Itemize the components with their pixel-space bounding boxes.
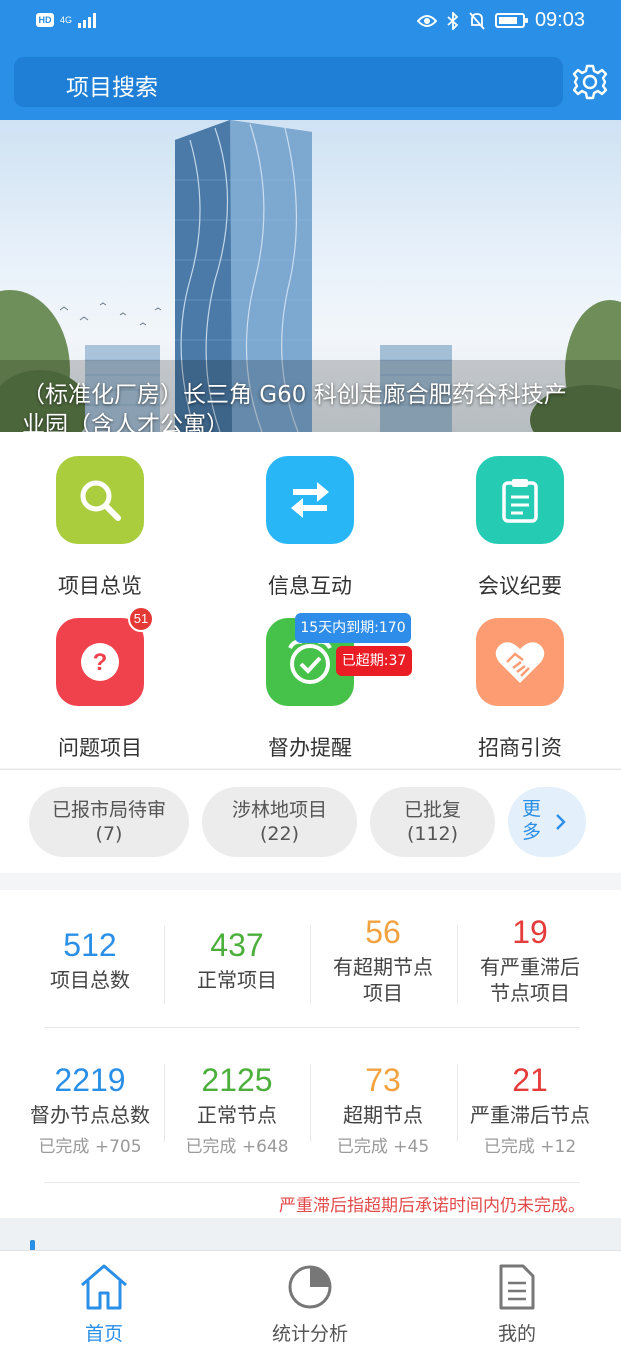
function-grid: 项目总览 信息互动 会议纪要 ? 51 问题项目 督办提醒 招商引资 — [0, 432, 621, 768]
chip-label: 涉林地项目 — [231, 799, 327, 821]
stat-sub: 已完成 +45 — [336, 1137, 430, 1157]
stat-value: 2125 — [201, 1062, 273, 1098]
stat-sub: 已完成 +12 — [483, 1137, 577, 1157]
search-icon — [56, 456, 144, 544]
mute-bell-icon — [469, 11, 485, 30]
stat-normal-nodes[interactable]: 2125 正常节点 已完成 +648 — [164, 1062, 310, 1157]
svg-text:?: ? — [93, 649, 108, 676]
divider — [44, 1027, 580, 1028]
status-bar: HD 4G 09:03 — [0, 0, 621, 44]
bluetooth-icon — [447, 11, 459, 30]
signal-icon — [78, 12, 97, 28]
function-label: 信息互动 — [268, 574, 352, 598]
pie-chart-icon — [288, 1265, 332, 1309]
status-time: 09:03 — [534, 9, 585, 31]
battery-icon — [494, 13, 528, 28]
stat-label: 正常节点 — [197, 1103, 277, 1127]
chip-label: 已报市局待审 — [51, 799, 166, 821]
chip-count: (112) — [406, 823, 459, 845]
function-investment[interactable]: 招商引资 — [420, 618, 620, 762]
nav-label: 统计分析 — [271, 1323, 348, 1345]
overdue-tag: 已超期:37 — [336, 646, 412, 676]
function-label: 督办提醒 — [268, 736, 352, 760]
stat-sub: 已完成 +648 — [185, 1137, 289, 1157]
nav-label: 首页 — [84, 1323, 123, 1345]
network-type: 4G — [60, 14, 73, 25]
stat-total-nodes[interactable]: 2219 督办节点总数 已完成 +705 — [17, 1062, 163, 1157]
nav-mine[interactable]: 我的 — [437, 1263, 597, 1346]
problem-count-badge: 51 — [128, 606, 154, 632]
stat-label: 严重滞后节点 — [470, 1103, 590, 1127]
section-marker — [30, 1240, 35, 1250]
nav-statistics[interactable]: 统计分析 — [230, 1263, 390, 1346]
stat-value: 56 — [365, 914, 401, 950]
search-bar[interactable]: 项目搜索 — [14, 57, 563, 107]
stat-label: 超期节点 — [343, 1103, 423, 1127]
more-button[interactable]: 更 多 — [508, 787, 586, 857]
nav-home[interactable]: 首页 — [24, 1263, 184, 1346]
stats-panel: 512 项目总数 437 正常项目 56 有超期节点 项目 19 有严重滞后 节点项… — [0, 890, 621, 1218]
stat-value: 437 — [210, 927, 264, 963]
handshake-heart-icon — [476, 618, 564, 706]
swap-arrows-icon — [266, 456, 354, 544]
chip-count: (22) — [259, 823, 299, 845]
stat-sub: 已完成 +705 — [38, 1137, 142, 1157]
chip-count: (7) — [95, 823, 123, 845]
top-bar: HD 4G 09:03 项目搜索 — [0, 0, 621, 120]
question-icon: ? 51 — [56, 606, 154, 706]
function-meeting-minutes[interactable]: 会议纪要 — [420, 456, 620, 600]
divider — [44, 1182, 580, 1183]
home-icon — [81, 1264, 127, 1310]
stat-label: 有超期节点 项目 — [333, 955, 433, 1005]
stat-label: 督办节点总数 — [30, 1103, 150, 1127]
stat-value: 73 — [365, 1062, 401, 1098]
banner-carousel[interactable]: （标准化厂房）长三角 G60 科创走廊合肥药谷科技产 业园（含人才公寓） — [0, 120, 621, 432]
document-icon — [499, 1264, 535, 1310]
stat-value: 2219 — [54, 1062, 126, 1098]
banner-caption-line1: （标准化厂房）长三角 G60 科创走廊合肥药谷科技产 — [22, 382, 567, 408]
chevron-right-icon — [556, 814, 566, 830]
function-project-overview[interactable]: 项目总览 — [0, 456, 200, 600]
stat-total-projects[interactable]: 512 项目总数 — [17, 927, 163, 993]
search-placeholder: 项目搜索 — [66, 75, 158, 101]
next-section-peek — [0, 1218, 621, 1250]
function-problem-projects[interactable]: ? 51 问题项目 — [0, 606, 200, 762]
clipboard-icon — [476, 456, 564, 544]
banner-caption-line2: 业园（含人才公寓） — [22, 412, 229, 432]
severe-delay-note: 严重滞后指超期后承诺时间内仍未完成。 — [279, 1196, 585, 1216]
stat-value: 512 — [63, 927, 117, 963]
banner-caption: （标准化厂房）长三角 G60 科创走廊合肥药谷科技产 业园（含人才公寓） — [0, 380, 621, 432]
function-label: 会议纪要 — [478, 574, 562, 598]
bottom-nav: 首页 统计分析 我的 — [0, 1250, 621, 1346]
stat-value: 19 — [512, 914, 548, 950]
filter-chips: 已报市局待审 (7) 涉林地项目 (22) 已批复 (112) 更 多 — [0, 769, 621, 873]
nav-label: 我的 — [497, 1323, 536, 1345]
chip-approved[interactable]: 已批复 (112) — [370, 787, 495, 857]
stat-severe-delay-nodes[interactable]: 21 严重滞后节点 已完成 +12 — [457, 1062, 603, 1157]
stat-label: 正常项目 — [197, 968, 277, 992]
stat-label: 有严重滞后 节点项目 — [480, 955, 580, 1005]
more-label: 更 多 — [522, 798, 542, 843]
stat-value: 21 — [512, 1062, 548, 1098]
chip-label: 已批复 — [403, 799, 461, 821]
function-label: 项目总览 — [58, 574, 142, 598]
stat-overdue-nodes[interactable]: 73 超期节点 已完成 +45 — [310, 1062, 456, 1157]
due-soon-tag: 15天内到期:170 — [295, 613, 411, 643]
function-label: 招商引资 — [478, 736, 562, 760]
stat-severe-delay-projects[interactable]: 19 有严重滞后 节点项目 — [457, 914, 603, 1006]
eye-icon — [416, 14, 437, 27]
stat-overdue-node-projects[interactable]: 56 有超期节点 项目 — [310, 914, 456, 1006]
stat-label: 项目总数 — [50, 968, 130, 992]
function-label: 问题项目 — [58, 736, 142, 760]
gear-icon[interactable] — [570, 62, 610, 102]
stat-normal-projects[interactable]: 437 正常项目 — [164, 927, 310, 993]
chip-pending-review[interactable]: 已报市局待审 (7) — [29, 787, 189, 857]
hd-icon: HD — [36, 13, 54, 27]
chip-forest-land[interactable]: 涉林地项目 (22) — [202, 787, 357, 857]
function-info-interaction[interactable]: 信息互动 — [210, 456, 410, 600]
